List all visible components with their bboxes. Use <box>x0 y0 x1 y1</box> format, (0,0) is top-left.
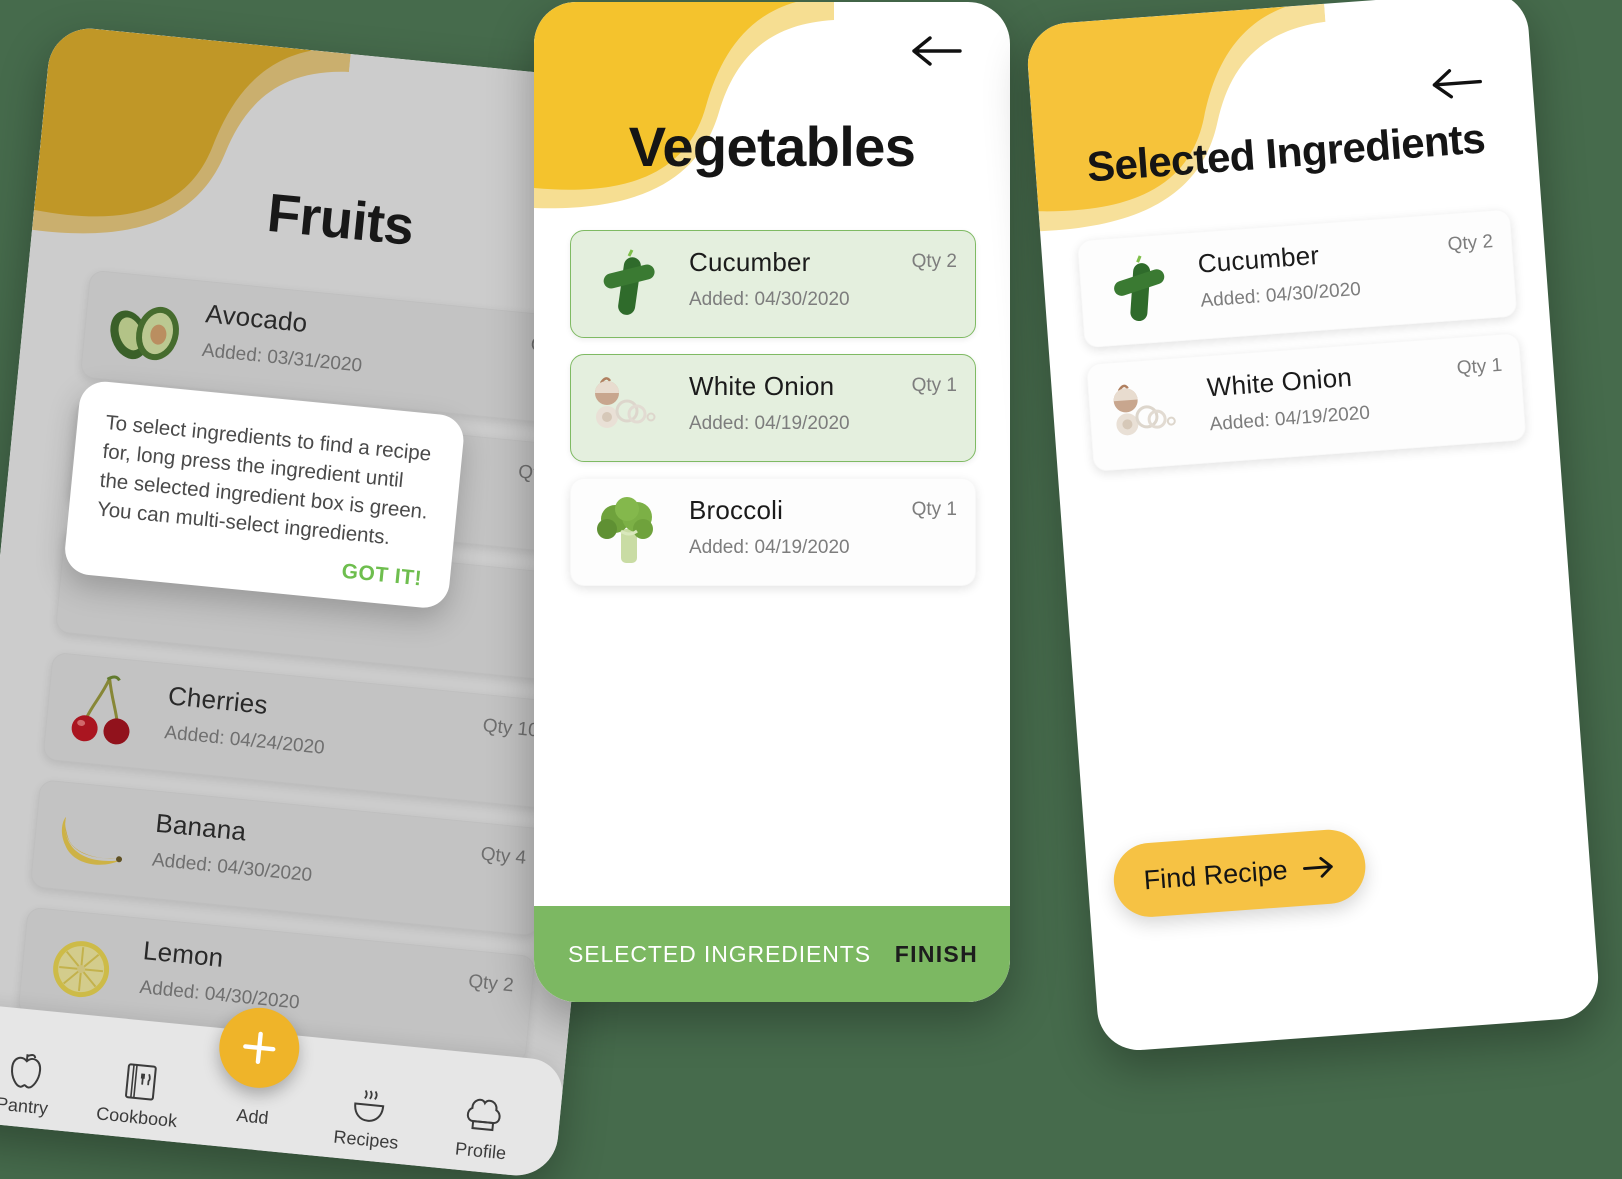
item-qty: Qty 1 <box>1456 354 1503 380</box>
plus-icon <box>243 1031 276 1064</box>
selected-ingredients-list: Cucumber Qty 2 Added: 04/30/2020 White O… <box>1076 208 1527 472</box>
page-title: Selected Ingredients <box>1085 114 1487 191</box>
nav-label: Profile <box>454 1138 507 1164</box>
yellow-wave-decoration <box>534 2 834 222</box>
page-title: Vegetables <box>628 115 916 178</box>
find-recipe-label: Find Recipe <box>1142 854 1289 895</box>
fab-label: Add <box>235 1105 270 1129</box>
chef-hat-icon <box>460 1092 508 1138</box>
nav-item-profile[interactable]: Profile <box>434 1090 532 1167</box>
item-name: White Onion <box>1205 361 1353 403</box>
phone-vegetables: Vegetables Cucumber Qty 2 Added: 04/30/2… <box>534 2 1010 1002</box>
arrow-right-icon <box>1301 854 1337 880</box>
back-arrow-icon[interactable] <box>910 34 964 68</box>
item-name: Cucumber <box>689 247 811 277</box>
selected-ingredients-screen: Selected Ingredients Cucumber Qty 2 Adde… <box>1024 0 1601 1053</box>
nav-item-pantry[interactable]: Pantry <box>0 1045 73 1122</box>
screenshot-stage: Fruits Avocado Qty 1 <box>0 0 1622 1179</box>
find-recipe-button[interactable]: Find Recipe <box>1111 827 1368 920</box>
item-name: White Onion <box>689 371 835 401</box>
broccoli-icon <box>585 491 673 573</box>
nav-item-recipes[interactable]: Recipes <box>319 1078 417 1155</box>
list-item[interactable]: Cucumber Qty 2 Added: 04/30/2020 <box>1076 208 1518 349</box>
finish-button[interactable]: FINISH <box>895 941 978 968</box>
vegetables-screen: Vegetables Cucumber Qty 2 Added: 04/30/2… <box>534 2 1010 1002</box>
nav-label: Cookbook <box>95 1103 179 1132</box>
item-qty: Qty 1 <box>911 499 957 520</box>
onion-icon <box>585 367 673 449</box>
list-item[interactable]: Cucumber Qty 2 Added: 04/30/2020 <box>570 230 976 338</box>
back-arrow-icon[interactable] <box>1429 64 1485 102</box>
onion-icon <box>1102 370 1196 458</box>
item-added-date: Added: 04/19/2020 <box>1208 402 1371 436</box>
phone-selected-ingredients: Selected Ingredients Cucumber Qty 2 Adde… <box>1024 0 1602 1053</box>
selected-ingredients-action-bar: SELECTED INGREDIENTS FINISH <box>534 906 1010 1002</box>
item-added-date: Added: 04/30/2020 <box>689 289 850 310</box>
item-qty: Qty 2 <box>911 251 957 272</box>
soup-bowl-icon <box>346 1081 394 1127</box>
item-qty: Qty 2 <box>1446 231 1494 256</box>
cucumber-icon <box>1093 246 1187 334</box>
yellow-wave-decoration <box>1024 3 1340 245</box>
item-added-date: Added: 04/19/2020 <box>689 537 850 558</box>
apple-icon <box>2 1047 50 1093</box>
list-item[interactable]: White Onion Qty 1 Added: 04/19/2020 <box>1085 332 1527 472</box>
item-qty: Qty 1 <box>911 375 957 396</box>
item-added-date: Added: 04/19/2020 <box>689 413 850 434</box>
list-item[interactable]: Broccoli Qty 1 Added: 04/19/2020 <box>570 478 976 586</box>
item-name: Broccoli <box>689 495 784 525</box>
item-name: Cucumber <box>1196 239 1321 279</box>
nav-label: Recipes <box>332 1126 400 1153</box>
nav-label: Pantry <box>0 1093 49 1119</box>
tooltip-text: To select ingredients to find a recipe f… <box>95 410 433 550</box>
list-item[interactable]: White Onion Qty 1 Added: 04/19/2020 <box>570 354 976 462</box>
cookbook-icon <box>116 1058 164 1104</box>
instruction-tooltip: To select ingredients to find a recipe f… <box>62 379 466 611</box>
nav-item-cookbook[interactable]: Cookbook <box>90 1056 188 1133</box>
selected-ingredients-label: SELECTED INGREDIENTS <box>568 940 871 967</box>
cucumber-icon <box>585 243 673 325</box>
item-added-date: Added: 04/30/2020 <box>1199 278 1362 312</box>
